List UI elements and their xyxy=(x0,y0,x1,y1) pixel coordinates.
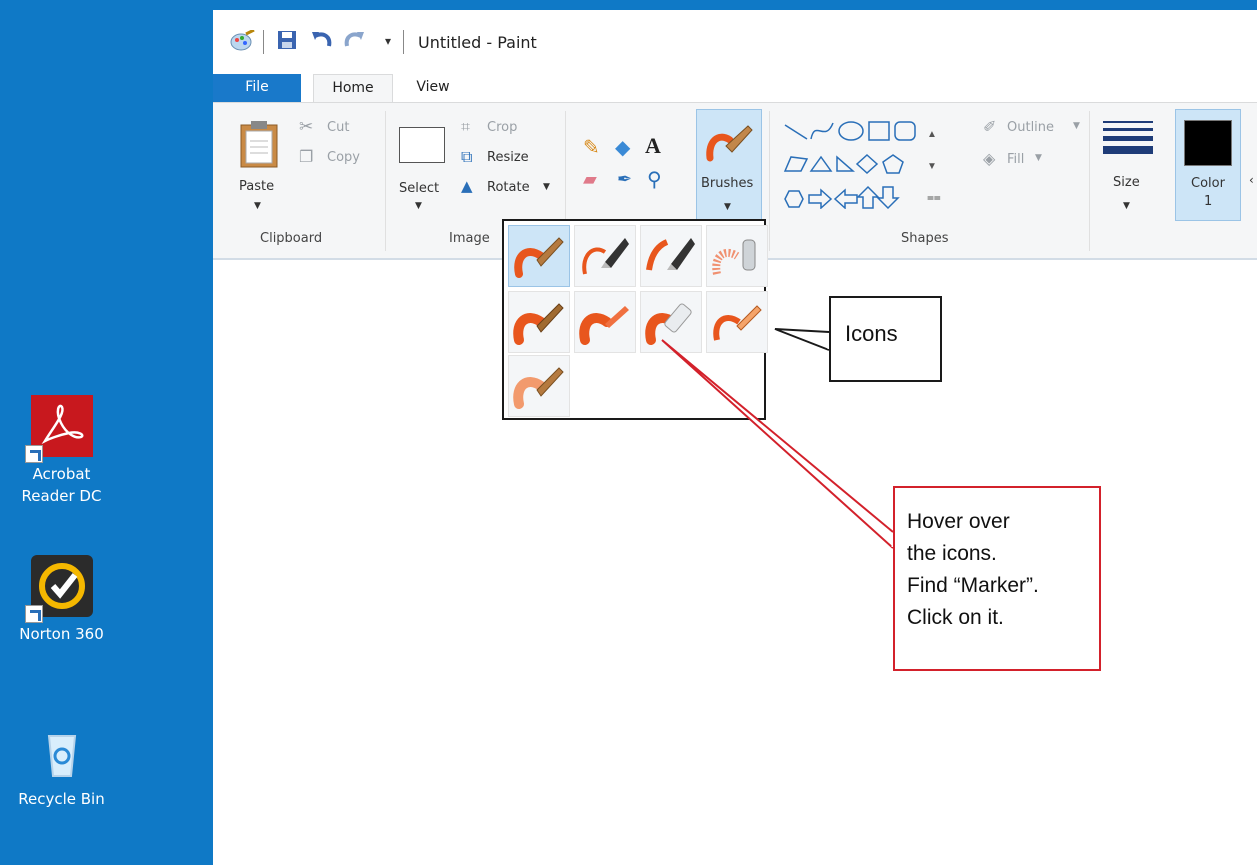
callout-line: Find “Marker”. xyxy=(907,574,1039,597)
callout-line: Click on it. xyxy=(907,606,1004,629)
callout-line: the icons. xyxy=(907,542,997,565)
callout-pointers xyxy=(661,328,895,549)
callout-instructions: Hover over the icons. Find “Marker”. Cli… xyxy=(893,486,1101,671)
callout-icons-text: Icons xyxy=(845,321,898,346)
callout-icons: Icons xyxy=(829,296,942,382)
callout-line: Hover over xyxy=(907,510,1010,533)
